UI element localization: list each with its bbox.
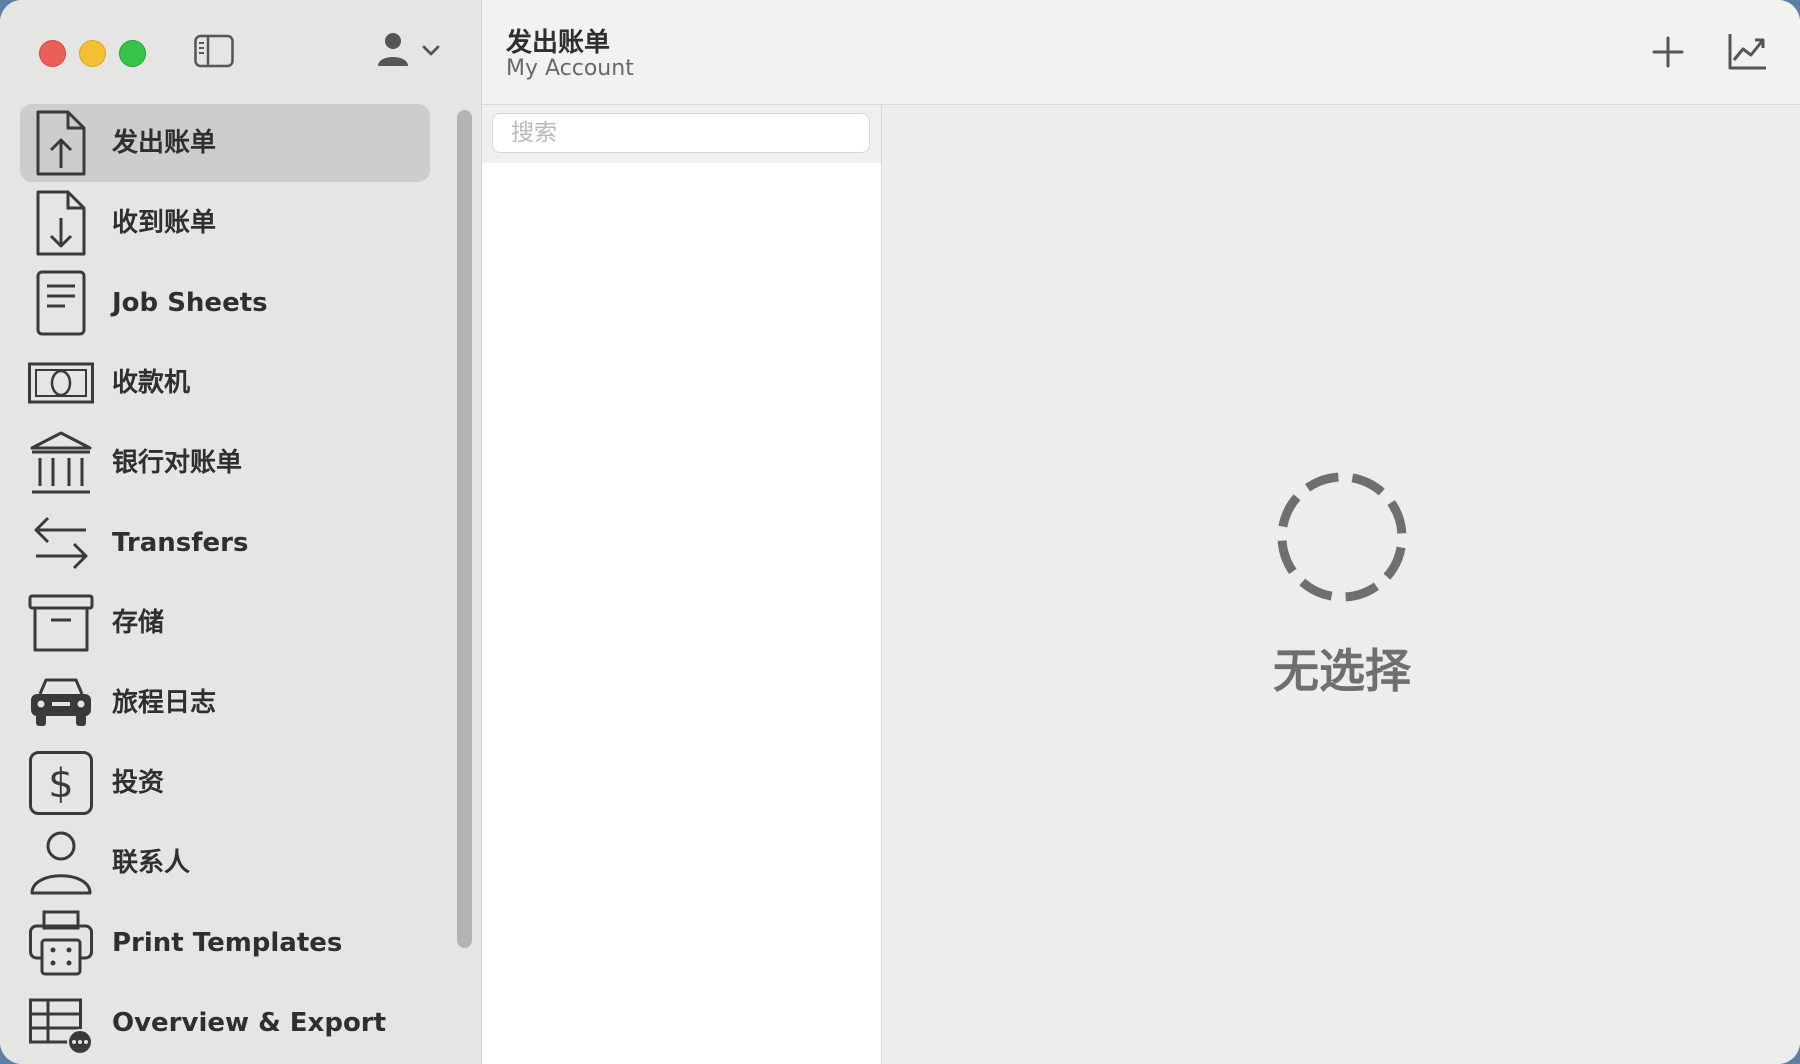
sidebar-item-print-templates[interactable]: Print Templates: [20, 904, 430, 982]
sidebar-item-label: 收到账单: [112, 208, 217, 238]
sidebar-item-label: Overview & Export: [112, 1008, 387, 1038]
sidebar-item-bank-statements[interactable]: 银行对账单: [20, 424, 430, 502]
sidebar-item-job-sheets[interactable]: Job Sheets: [20, 264, 430, 342]
detail-pane: 无选择: [882, 105, 1800, 1064]
search-field[interactable]: [492, 113, 870, 153]
toolbar: 发出账单 My Account: [482, 0, 1800, 105]
sidebar-item-invoices-out[interactable]: 发出账单: [20, 104, 430, 182]
table-export-icon: [28, 990, 94, 1056]
zoom-button[interactable]: [119, 40, 146, 67]
add-button[interactable]: [1646, 30, 1690, 74]
sidebar-item-label: Transfers: [112, 528, 249, 558]
sidebar-toggle-button[interactable]: [194, 34, 234, 68]
invoice-in-icon: [28, 190, 94, 256]
minimize-button[interactable]: [79, 40, 106, 67]
sidebar-item-investments[interactable]: $ 投资: [20, 744, 430, 822]
account-menu-button[interactable]: [375, 30, 445, 72]
loading-spinner-icon: [1274, 469, 1410, 605]
search-bar: [482, 105, 881, 163]
sidebar-item-label: 发出账单: [112, 128, 217, 158]
svg-text:$: $: [48, 761, 73, 807]
job-sheet-icon: [28, 270, 94, 336]
cash-register-icon: [28, 350, 94, 416]
sidebar-item-label: Job Sheets: [112, 288, 268, 318]
account-subtitle: My Account: [506, 56, 634, 81]
dollar-icon: $: [28, 750, 94, 816]
person-icon: [28, 830, 94, 896]
sidebar-item-cash-register[interactable]: 收款机: [20, 344, 430, 422]
page-title: 发出账单: [506, 28, 611, 58]
archive-box-icon: [28, 590, 94, 656]
transfer-arrows-icon: [28, 510, 94, 576]
bank-icon: [28, 430, 94, 496]
sidebar-item-label: 投资: [112, 768, 165, 798]
close-button[interactable]: [39, 40, 66, 67]
sidebar-item-trip-log[interactable]: 旅程日志: [20, 664, 430, 742]
sidebar-toggle-icon: [194, 34, 234, 68]
plus-icon: [1652, 36, 1684, 68]
chart-button[interactable]: [1726, 30, 1770, 74]
invoice-out-icon: [28, 110, 94, 176]
sidebar-item-invoices-in[interactable]: 收到账单: [20, 184, 430, 262]
sidebar-item-label: 存储: [112, 608, 165, 638]
app-window: 发出账单 收到账单 Job Sheets 收款机 银行对账单 Transfers…: [0, 0, 1800, 1064]
sidebar: 发出账单 收到账单 Job Sheets 收款机 银行对账单 Transfers…: [0, 0, 482, 1064]
search-input[interactable]: [493, 114, 869, 152]
sidebar-list: 发出账单 收到账单 Job Sheets 收款机 银行对账单 Transfers…: [0, 104, 440, 1064]
line-chart-icon: [1728, 34, 1766, 70]
sidebar-item-label: 旅程日志: [112, 688, 217, 718]
person-chevron-icon: [378, 33, 440, 66]
sidebar-item-storage[interactable]: 存储: [20, 584, 430, 662]
sidebar-item-overview-export[interactable]: Overview & Export: [20, 984, 430, 1062]
sidebar-scrollbar[interactable]: [457, 110, 472, 948]
sidebar-item-contacts[interactable]: 联系人: [20, 824, 430, 902]
list-pane: [482, 105, 882, 1064]
printer-icon: [28, 910, 94, 976]
no-selection-label: 无选择: [1273, 644, 1411, 698]
car-icon: [28, 670, 94, 736]
sidebar-item-label: Print Templates: [112, 928, 343, 958]
sidebar-item-transfers[interactable]: Transfers: [20, 504, 430, 582]
sidebar-item-label: 收款机: [112, 368, 191, 398]
sidebar-item-label: 银行对账单: [112, 448, 243, 478]
sidebar-item-label: 联系人: [112, 848, 191, 878]
